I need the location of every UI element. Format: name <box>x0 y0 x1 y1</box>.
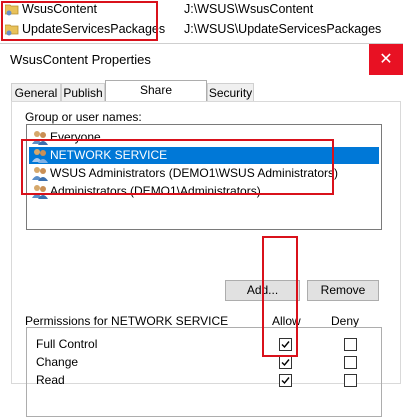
permission-name: Read <box>36 373 65 387</box>
highlight-box-shares <box>1 1 158 41</box>
close-icon: ✕ <box>379 51 393 68</box>
properties-dialog: WsusContent Properties ✕ General Publish… <box>0 43 403 417</box>
permissions-list: Full Control Change Read <box>26 327 382 417</box>
highlight-box-allow <box>262 236 298 357</box>
permission-name: Full Control <box>36 337 98 351</box>
share-path: J:\WSUS\WsusContent <box>184 2 314 16</box>
read-deny-checkbox[interactable] <box>344 374 357 387</box>
permissions-label: Permissions for NETWORK SERVICE <box>25 314 229 328</box>
dialog-title: WsusContent Properties <box>10 52 151 67</box>
group-label: Group or user names: <box>25 110 142 124</box>
change-deny-checkbox[interactable] <box>344 356 357 369</box>
share-path: J:\WSUS\UpdateServicesPackages <box>184 22 382 36</box>
remove-button[interactable]: Remove <box>307 280 379 301</box>
tab-general[interactable]: General <box>11 83 61 101</box>
close-button[interactable]: ✕ <box>369 44 403 75</box>
tab-publish[interactable]: Publish <box>61 83 105 101</box>
read-allow-checkbox[interactable] <box>279 374 292 387</box>
change-allow-checkbox[interactable] <box>279 356 292 369</box>
tab-share-permissions[interactable]: Share Permissions <box>105 80 207 115</box>
permission-name: Change <box>36 355 79 369</box>
full-control-deny-checkbox[interactable] <box>344 338 357 351</box>
tab-security[interactable]: Security <box>207 83 254 101</box>
deny-header: Deny <box>331 314 360 328</box>
highlight-box-users <box>21 139 334 195</box>
